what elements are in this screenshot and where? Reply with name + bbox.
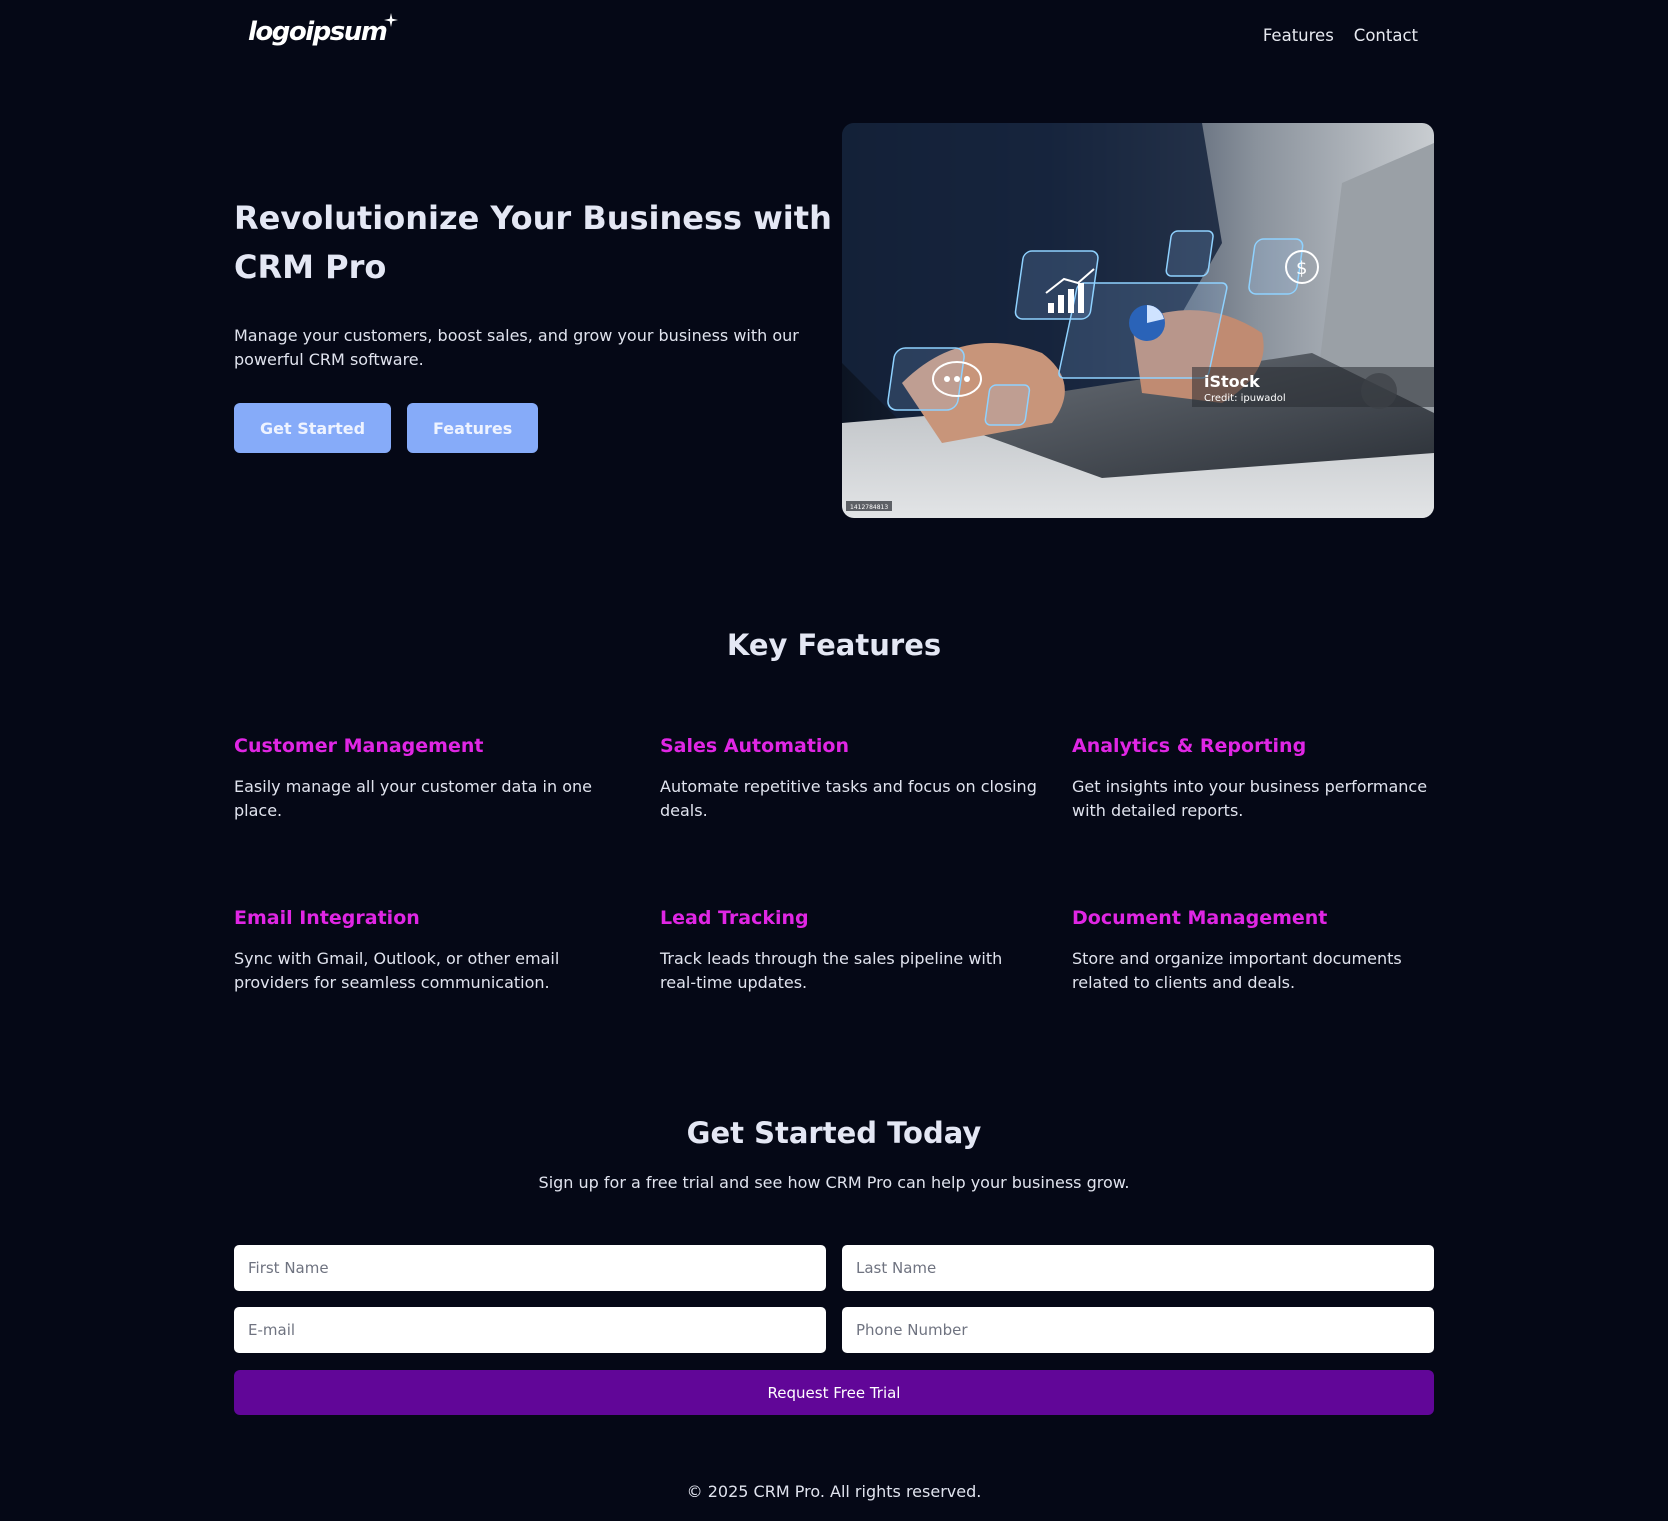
footer-copyright: © 2025 CRM Pro. All rights reserved.	[686, 1482, 982, 1501]
feature-title: Analytics & Reporting	[1072, 735, 1307, 757]
nav-link-contact[interactable]: Contact	[1354, 26, 1418, 45]
main-nav: Features Contact	[1263, 26, 1418, 45]
nav-link-features[interactable]: Features	[1263, 26, 1334, 45]
feature-title: Document Management	[1072, 907, 1328, 929]
logo-text: logoipsum	[248, 17, 388, 47]
feature-title: Sales Automation	[660, 735, 849, 757]
stock-id: 1412784813	[850, 504, 888, 511]
get-started-button[interactable]: Get Started	[234, 403, 392, 453]
feature-title: Customer Management	[234, 735, 484, 757]
signup-title: Get Started Today	[686, 1116, 982, 1150]
watermark-brand: iStock	[1204, 372, 1260, 391]
svg-text:$: $	[1296, 258, 1307, 279]
email-field[interactable]	[234, 1307, 826, 1353]
hero-subtitle: Manage your customers, boost sales, and …	[234, 326, 799, 369]
feature-card: Analytics & Reporting Get insights into …	[1072, 735, 1442, 823]
feature-description: Store and organize important documents r…	[1072, 949, 1402, 992]
feature-card: Email Integration Sync with Gmail, Outlo…	[234, 907, 614, 995]
signup-subtitle: Sign up for a free trial and see how CRM…	[538, 1173, 1130, 1192]
phone-field[interactable]	[842, 1307, 1434, 1353]
last-name-field[interactable]	[842, 1245, 1434, 1291]
feature-title: Lead Tracking	[660, 907, 809, 929]
landing-page: logoipsum Features Contact Revolutionize…	[0, 0, 1668, 1521]
feature-description: Automate repetitive tasks and focus on c…	[660, 777, 1037, 820]
feature-description: Track leads through the sales pipeline w…	[660, 949, 1003, 992]
hero-title: Revolutionize Your Business with CRM Pro	[234, 199, 832, 286]
feature-card: Document Management Store and organize i…	[1072, 907, 1442, 995]
feature-description: Sync with Gmail, Outlook, or other email…	[234, 949, 560, 992]
request-free-trial-button[interactable]: Request Free Trial	[234, 1370, 1434, 1415]
hero-photo-illustration: $ iStock Credit: ipuwadol 1412784813	[842, 123, 1434, 518]
feature-title: Email Integration	[234, 907, 420, 929]
sparkle-icon	[384, 13, 398, 27]
feature-card: Customer Management Easily manage all yo…	[234, 735, 614, 823]
first-name-field[interactable]	[234, 1245, 826, 1291]
hero-image: $ iStock Credit: ipuwadol 1412784813	[842, 123, 1434, 518]
feature-description: Get insights into your business performa…	[1072, 777, 1428, 820]
logo[interactable]: logoipsum	[248, 13, 398, 50]
feature-card: Lead Tracking Track leads through the sa…	[660, 907, 1040, 995]
feature-description: Easily manage all your customer data in …	[234, 777, 592, 820]
features-button[interactable]: Features	[407, 403, 539, 453]
features-title: Key Features	[726, 628, 942, 662]
hero-buttons: Get Started Features	[234, 403, 539, 453]
site-header: logoipsum Features Contact	[0, 0, 1668, 74]
watermark-credit: Credit: ipuwadol	[1204, 393, 1286, 404]
feature-card: Sales Automation Automate repetitive tas…	[660, 735, 1040, 823]
